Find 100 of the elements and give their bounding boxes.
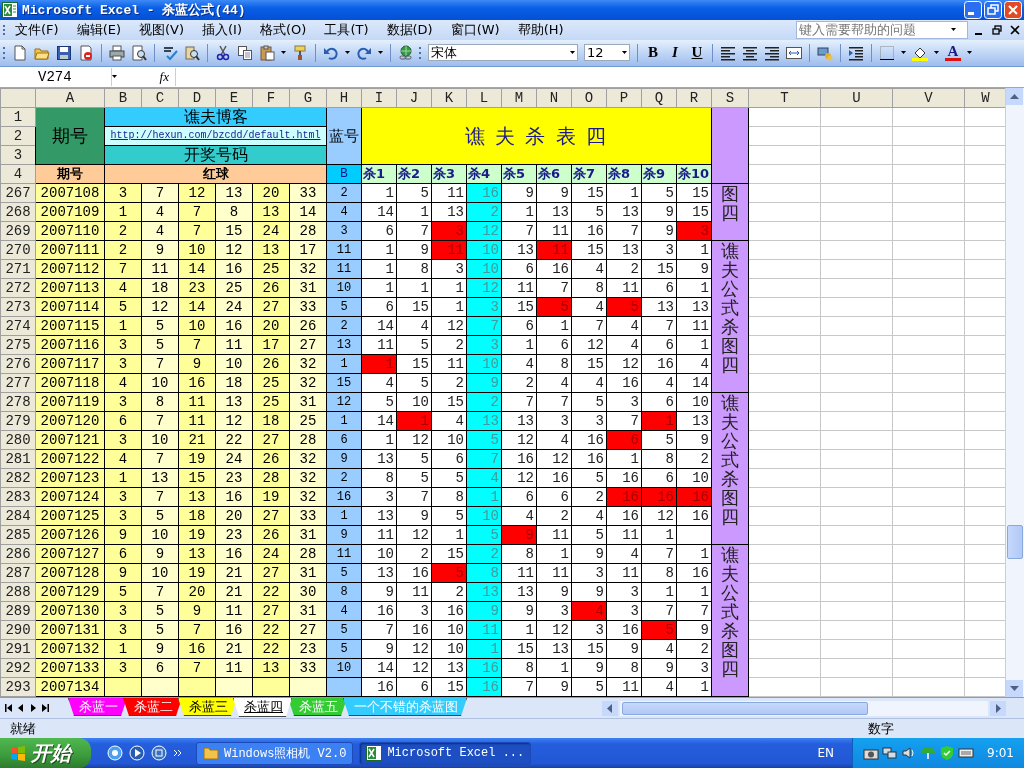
column-header[interactable]: B (104, 88, 142, 108)
messenger-icon[interactable] (151, 745, 167, 761)
research-icon[interactable] (184, 44, 200, 61)
caret-icon[interactable] (345, 51, 350, 55)
column-header[interactable]: J (396, 88, 432, 108)
column-header[interactable]: W (964, 88, 1005, 108)
column-header[interactable]: H (326, 88, 362, 108)
sheet-tab[interactable]: 杀蓝四 (233, 698, 292, 718)
language-indicator[interactable]: EN (817, 746, 835, 760)
new-document-icon[interactable] (12, 44, 28, 61)
keyboard-icon[interactable] (958, 745, 975, 761)
caret-icon[interactable] (901, 51, 906, 55)
italic-button[interactable]: I (667, 44, 683, 62)
column-header[interactable]: Q (641, 88, 677, 108)
network-icon[interactable] (882, 745, 899, 761)
vertical-scrollbar[interactable] (1005, 87, 1024, 698)
caret-icon[interactable] (622, 51, 627, 55)
column-header[interactable]: M (501, 88, 537, 108)
next-sheet-icon[interactable] (28, 703, 38, 714)
column-header[interactable]: R (676, 88, 712, 108)
print-preview-icon[interactable] (131, 44, 147, 61)
browser-icon[interactable] (107, 745, 123, 761)
align-center-icon[interactable] (742, 44, 758, 61)
menu-item[interactable]: 帮助(H) (508, 19, 573, 40)
menu-item[interactable]: 数据(D) (377, 19, 442, 40)
column-header[interactable]: T (748, 88, 821, 108)
taskbar-button[interactable]: Windows照相机 V2.0 (196, 741, 354, 765)
caret-icon[interactable] (281, 51, 286, 55)
column-header[interactable]: L (466, 88, 502, 108)
spelling-icon[interactable] (162, 44, 178, 61)
font-name-field[interactable]: 宋体 (428, 44, 578, 62)
umbrella-icon[interactable] (920, 745, 937, 761)
caret-icon[interactable] (378, 51, 383, 55)
folder-icon (203, 745, 219, 761)
print-icon[interactable] (109, 44, 125, 61)
last-sheet-icon[interactable] (40, 703, 50, 714)
caret-icon[interactable] (951, 28, 956, 32)
format-painter-icon[interactable] (292, 44, 308, 61)
column-header[interactable]: K (431, 88, 467, 108)
menu-item[interactable]: 文件(F) (6, 19, 68, 40)
shield-icon[interactable] (939, 745, 956, 761)
column-header[interactable]: E (215, 88, 253, 108)
close-icon[interactable] (1010, 24, 1020, 35)
column-header[interactable]: O (571, 88, 607, 108)
hyperlink-icon[interactable] (398, 44, 414, 61)
column-header[interactable]: F (252, 88, 290, 108)
cut-icon[interactable] (215, 44, 231, 61)
caret-icon[interactable] (570, 51, 575, 55)
scroll-down-icon[interactable] (1006, 680, 1023, 698)
column-header[interactable]: D (178, 88, 216, 108)
caret-icon[interactable] (934, 51, 939, 55)
align-right-icon[interactable] (764, 44, 780, 61)
column-header[interactable]: A (35, 88, 105, 108)
taskbar-button[interactable]: Microsoft Excel ... (359, 741, 532, 765)
permission-icon[interactable] (78, 44, 94, 61)
scroll-thumb[interactable] (622, 701, 868, 715)
save-icon[interactable] (56, 44, 72, 61)
menu-item[interactable]: 视图(V) (130, 19, 194, 40)
sheet-tab[interactable]: 杀蓝二 (123, 698, 182, 717)
chevron-icon[interactable] (173, 749, 182, 757)
copy-icon[interactable] (237, 44, 253, 61)
excel-icon (366, 745, 383, 761)
column-header[interactable]: C (141, 88, 179, 108)
column-header[interactable]: G (289, 88, 327, 108)
table-cell: 4 (571, 297, 607, 317)
font-color-button[interactable]: A (945, 44, 961, 61)
merge-center-icon[interactable] (786, 44, 802, 61)
previous-sheet-icon[interactable] (16, 703, 26, 714)
help-search-field[interactable]: 键入需要帮助的问题 (796, 20, 968, 39)
column-header[interactable]: S (711, 88, 749, 108)
underline-button[interactable]: U (689, 44, 705, 62)
menu-item[interactable]: 编辑(E) (67, 19, 130, 40)
menu-item[interactable]: 窗口(W) (441, 19, 509, 40)
paste-icon[interactable] (259, 44, 275, 61)
scroll-right-icon[interactable] (990, 700, 1006, 716)
column-header[interactable]: V (892, 88, 965, 108)
font-size-field[interactable]: 12 (584, 44, 630, 62)
column-header[interactable]: U (820, 88, 893, 108)
name-box[interactable]: V274 (0, 67, 112, 86)
currency-icon[interactable] (817, 44, 833, 61)
caret-icon[interactable] (112, 75, 117, 79)
caret-icon[interactable] (967, 51, 972, 55)
align-left-icon[interactable] (720, 44, 736, 61)
scroll-left-icon[interactable] (602, 700, 618, 716)
media-player-icon[interactable] (129, 745, 145, 761)
column-header[interactable]: N (536, 88, 572, 108)
function-button[interactable]: fx (117, 68, 175, 85)
column-header[interactable]: P (606, 88, 642, 108)
menu-item[interactable]: 插入(I) (193, 19, 251, 40)
restore-icon[interactable] (992, 24, 1002, 35)
column-header[interactable]: I (361, 88, 397, 108)
first-sheet-icon[interactable] (4, 703, 14, 714)
sheet-tab[interactable]: 杀蓝三 (178, 698, 237, 717)
bold-button[interactable]: B (645, 44, 661, 62)
horizontal-scrollbar[interactable] (620, 700, 988, 716)
borders-icon[interactable] (879, 44, 895, 61)
menu-item[interactable]: 格式(O) (251, 19, 316, 40)
decrease-indent-icon[interactable] (848, 44, 864, 61)
scroll-thumb[interactable] (1007, 524, 1023, 559)
menu-item[interactable]: 工具(T) (315, 19, 378, 40)
